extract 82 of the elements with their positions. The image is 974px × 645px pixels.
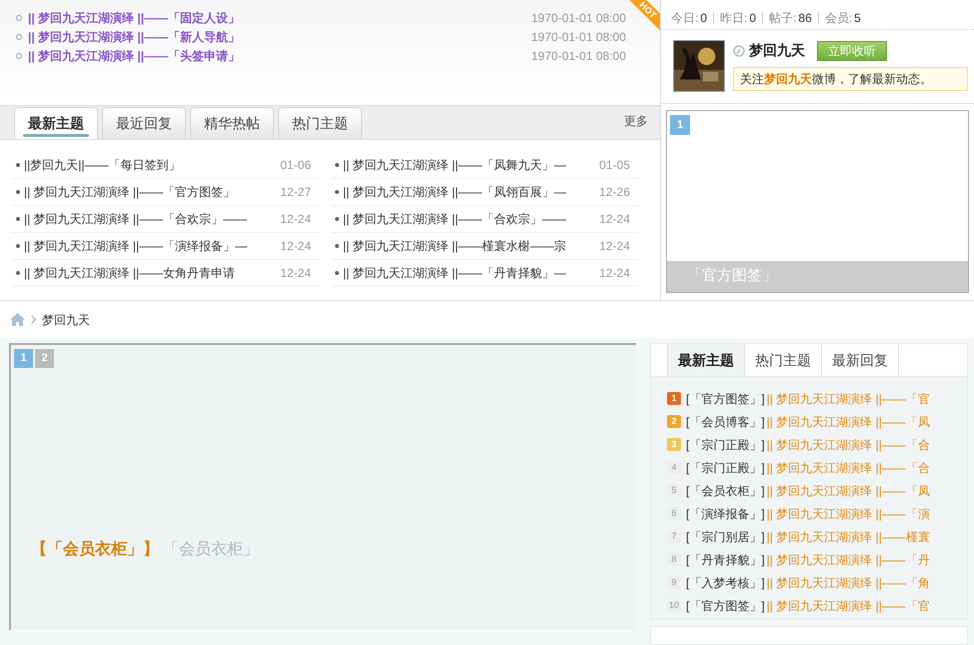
hot-topic-link[interactable]: || 梦回九天江湖演绎 ||——「头签申请」 — [28, 46, 240, 64]
weibo-name: 梦回九天 — [749, 41, 805, 60]
category-link[interactable]: [「入梦考核」] — [686, 574, 765, 592]
category-link[interactable]: [「官方图签」] — [686, 390, 765, 408]
post-time: 1970-01-01 08:00 — [531, 10, 626, 26]
topic-date: 12-24 — [280, 265, 312, 282]
stat-value: 0 — [749, 10, 756, 27]
hot-topic-link[interactable]: || 梦回九天江湖演绎 ||——「新人导航」 — [28, 28, 240, 46]
topic-date: 01-06 — [280, 157, 312, 174]
topic-link[interactable]: || 梦回九天江湖演绎 ||——「合欢宗」—— — [343, 210, 566, 228]
topic-link[interactable]: || 梦回九天江湖演绎 ||——「合欢宗」—— — [24, 210, 248, 228]
bullet-icon — [16, 217, 20, 221]
post-time: 1970-01-01 08:00 — [531, 48, 626, 64]
stat-value: 5 — [854, 10, 861, 27]
tab-underline — [23, 134, 89, 137]
category-link[interactable]: [「丹青择貌」] — [686, 550, 765, 568]
slide-subtitle: 「会员衣柜」 — [163, 540, 259, 560]
rank-badge: 6 — [667, 507, 681, 520]
topic-link[interactable]: || 梦回九天江湖演绎 ||——「凤舞九天」— — [343, 156, 566, 174]
topic-date: 12-24 — [599, 211, 631, 228]
rank-badge: 2 — [667, 415, 681, 428]
rank-badge: 3 — [667, 438, 681, 451]
topic-date: 12-26 — [599, 184, 631, 201]
bullet-icon — [16, 14, 22, 20]
topic-link[interactable]: || 梦回九天江湖演绎 ||——女角丹青申请 — [24, 264, 236, 282]
topic-link[interactable]: || 梦回九天江湖演绎 ||——「凤翎百展」— — [343, 183, 566, 201]
topic-date: 12-24 — [280, 238, 312, 255]
category-link[interactable]: [「会员衣柜」] — [686, 482, 765, 500]
bullet-icon — [16, 271, 20, 275]
bullet-icon — [16, 190, 20, 194]
topic-date: 12-24 — [599, 238, 631, 255]
ranking-tab[interactable]: 最新主题 — [667, 344, 745, 376]
bullet-icon — [16, 163, 20, 167]
bullet-icon — [335, 190, 339, 194]
post-time: 1970-01-01 08:00 — [531, 28, 626, 46]
bullet-icon — [16, 244, 20, 248]
rank-badge: 7 — [667, 530, 681, 543]
category-link[interactable]: [「官方图签」] — [686, 596, 765, 614]
topic-link[interactable]: || 梦回九天江湖演绎 ||——「丹青择貌」— — [343, 264, 566, 282]
rank-badge: 1 — [667, 392, 681, 405]
topic-date: 12-27 — [280, 184, 312, 201]
bullet-icon — [335, 163, 339, 167]
bullet-icon — [335, 244, 339, 248]
rank-badge: 5 — [667, 484, 681, 497]
topic-tab[interactable]: 最近回复 — [102, 107, 186, 139]
topic-tab[interactable]: 精华热帖 — [190, 107, 274, 139]
stat-label: 帖子: — [769, 10, 796, 27]
slide-title: 【「会员衣柜」】 — [31, 539, 159, 560]
chevron-icon — [31, 315, 36, 324]
rank-badge: 4 — [667, 461, 681, 474]
breadcrumb-link[interactable]: 梦回九天 — [42, 310, 90, 328]
bullet-icon — [16, 34, 22, 40]
rank-badge: 9 — [667, 576, 681, 589]
category-link[interactable]: [「会员博客」] — [686, 412, 765, 430]
category-link[interactable]: [「宗门正殿」] — [686, 436, 765, 454]
topic-tab[interactable]: 热门主题 — [278, 107, 362, 139]
stat-value: 86 — [798, 10, 812, 27]
topic-date: 12-24 — [280, 211, 312, 228]
weibo-notice: 关注梦回九天微博，了解最新动态。 — [733, 67, 968, 91]
more-link[interactable]: 更多 — [624, 112, 648, 130]
category-link[interactable]: [「演绎报备」] — [686, 504, 765, 522]
topic-link[interactable]: || 梦回九天江湖演绎 ||——「官方图签」 — [24, 183, 236, 201]
bullet-icon — [335, 271, 339, 275]
weibo-icon — [733, 44, 745, 56]
hot-topic-link[interactable]: || 梦回九天江湖演绎 ||——「固定人设」 — [28, 8, 240, 26]
stat-value: 0 — [700, 10, 708, 27]
topic-tab[interactable]: 最新主题 — [14, 107, 98, 139]
topic-date: 12-24 — [599, 265, 631, 282]
category-link[interactable]: [「宗门正殿」] — [686, 458, 765, 476]
topic-link[interactable]: || 梦回九天江湖演绎 ||——「演绎报备」— — [24, 237, 248, 255]
topic-date: 01-05 — [599, 157, 631, 174]
topic-link[interactable]: ||梦回九天||——「每日签到」 — [24, 156, 180, 174]
rank-badge: 10 — [667, 599, 681, 612]
stat-label: 昨日: — [720, 10, 748, 27]
category-link[interactable]: [「宗门别居」] — [686, 528, 765, 546]
rank-badge: 8 — [667, 553, 681, 566]
bullet-icon — [335, 217, 339, 221]
stat-label: 今日: — [671, 10, 698, 27]
topic-link[interactable]: || 梦回九天江湖演绎 ||——槿寰水榭——宗 — [343, 237, 566, 255]
bullet-icon — [16, 52, 22, 58]
home-icon[interactable] — [10, 313, 25, 326]
stat-label: 会员: — [824, 10, 852, 27]
